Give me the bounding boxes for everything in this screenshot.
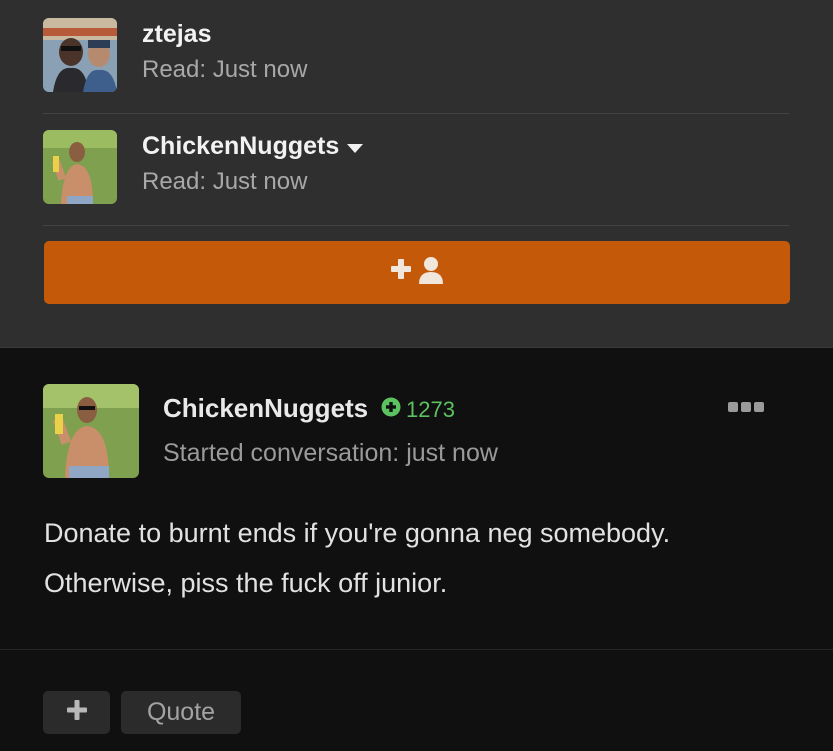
message-body: Donate to burnt ends if you're gonna neg… [44,508,814,608]
quote-button[interactable]: Quote [121,691,241,734]
more-options-icon[interactable] [728,402,766,416]
message-line: Otherwise, piss the fuck off junior. [44,568,448,598]
caret-down-icon[interactable] [347,132,364,161]
add-user-icon [389,255,445,290]
participant-name[interactable]: ztejas [142,20,211,49]
divider [43,113,789,114]
message-post: ChickenNuggets 1273 Started conversation… [0,347,833,751]
read-status: Read: Just now [142,168,308,195]
react-plus-button[interactable] [43,691,110,734]
read-status: Read: Just now [142,56,308,83]
participant-avatar[interactable] [43,18,117,92]
participants-panel: ztejas Read: Just now ChickenNuggets Rea… [0,0,833,346]
divider [43,225,789,226]
conversation-started: Started conversation: just now [163,439,498,467]
participant-avatar[interactable] [43,130,117,204]
author-name[interactable]: ChickenNuggets [163,393,368,424]
add-participant-button[interactable] [44,241,790,304]
participant-name-row[interactable]: ChickenNuggets [142,132,364,161]
plus-icon [66,700,87,725]
participant-name[interactable]: ChickenNuggets [142,132,339,161]
author-avatar[interactable] [43,384,139,478]
reputation-count: 1273 [406,397,455,422]
divider [0,649,833,650]
plus-circle-icon [381,397,401,423]
reputation-badge[interactable]: 1273 [381,395,455,425]
message-line: Donate to burnt ends if you're gonna neg… [44,518,671,548]
